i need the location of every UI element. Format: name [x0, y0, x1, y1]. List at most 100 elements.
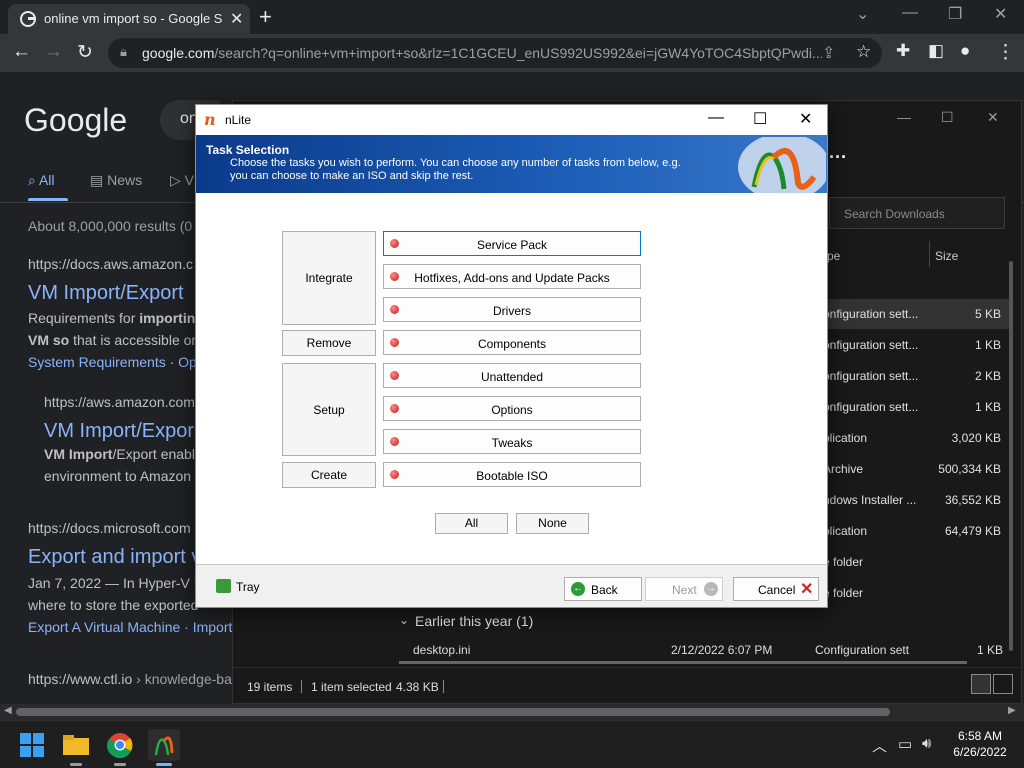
setup-group-button[interactable]: Setup [282, 363, 376, 456]
tab-all[interactable]: ⌕ All [28, 172, 55, 189]
next-button[interactable]: Next → [645, 577, 723, 601]
nlite-maximize-button[interactable]: ☐ [753, 109, 767, 129]
tab-search-chevron-icon[interactable]: ⌄ [856, 4, 869, 24]
result-2-sitelinks[interactable]: Export A Virtual Machine · Import [28, 619, 232, 635]
close-tab-icon[interactable]: ✕ [230, 9, 243, 29]
page-horizontal-scrollbar[interactable]: ◀ ▶ [0, 704, 1024, 720]
tray-button[interactable]: Tray [236, 580, 260, 594]
result-1-sitelinks[interactable]: System Requirements · Ope [28, 354, 205, 370]
search-downloads-input[interactable]: Search Downloads [829, 197, 1005, 229]
tweaks-button[interactable]: Tweaks [383, 429, 641, 454]
column-header-size[interactable]: Size [935, 249, 958, 263]
hotfixes-button[interactable]: Hotfixes, Add-ons and Update Packs [383, 264, 641, 289]
system-clock[interactable]: 6:58 AM 6/26/2022 [948, 728, 1012, 760]
select-all-button[interactable]: All [435, 513, 508, 534]
file-row[interactable]: e folder [823, 578, 1009, 608]
integrate-group-button[interactable]: Integrate [282, 231, 376, 325]
horizontal-scrollbar[interactable] [399, 661, 967, 664]
header-title: Task Selection [206, 143, 290, 157]
google-logo[interactable]: Google [24, 102, 127, 139]
bootable-iso-button[interactable]: Bootable ISO [383, 462, 641, 487]
column-separator[interactable] [929, 241, 930, 267]
drivers-button[interactable]: Drivers [383, 297, 641, 322]
back-button[interactable]: ← Back [564, 577, 642, 601]
file-row[interactable]: Archive 500,334 KB [823, 454, 1009, 484]
reload-icon[interactable]: ↻ [77, 41, 93, 64]
file-row[interactable]: e folder [823, 547, 1009, 577]
menu-kebab-icon[interactable]: ⋮ [996, 41, 1015, 64]
url-text[interactable]: google.com/search?q=online+vm+import+so&… [142, 45, 822, 61]
cancel-x-icon: ✕ [800, 581, 814, 598]
file-row[interactable]: ndows Installer ... 36,552 KB [823, 485, 1009, 515]
column-header-type[interactable]: pe [827, 249, 840, 263]
explorer-maximize-button[interactable]: ☐ [941, 109, 954, 126]
components-button[interactable]: Components [383, 330, 641, 355]
minimize-browser-button[interactable]: — [902, 4, 918, 22]
result-1b-title[interactable]: VM Import/Expor [44, 420, 194, 443]
header-description: Choose the tasks you wish to perform. Yo… [230, 157, 681, 182]
nlite-banner-logo-icon [738, 137, 826, 193]
service-pack-button[interactable]: Service Pack [383, 231, 641, 256]
group-collapse-chevron-icon[interactable]: ⌄ [399, 613, 409, 627]
explorer-minimize-button[interactable]: — [897, 109, 911, 125]
details-view-icon[interactable] [971, 674, 991, 694]
nlite-minimize-button[interactable]: — [708, 109, 724, 127]
volume-icon[interactable]: 🔊︎ [922, 735, 931, 752]
result-2-cite[interactable]: https://docs.microsoft.com [28, 520, 191, 536]
results-count: About 8,000,000 results (0 [28, 218, 193, 234]
close-browser-button[interactable]: ✕ [994, 4, 1007, 24]
side-panel-icon[interactable]: ◧ [928, 41, 944, 61]
scroll-right-icon[interactable]: ▶ [1008, 705, 1016, 716]
file-row[interactable]: onfiguration sett... 2 KB [823, 361, 1009, 391]
cancel-button[interactable]: Cancel ✕ [733, 577, 819, 601]
file-row-desktop-ini[interactable]: desktop.ini 2/12/2022 6:07 PM Configurat… [409, 643, 1009, 657]
restore-browser-button[interactable]: ❐ [948, 4, 962, 24]
share-icon[interactable]: ⇪ [822, 43, 835, 63]
bookmark-star-icon[interactable]: ☆ [856, 42, 871, 62]
tray-icon[interactable] [216, 579, 231, 593]
explorer-close-button[interactable]: ✕ [987, 109, 999, 126]
unattended-button[interactable]: Unattended [383, 363, 641, 388]
result-1b-cite[interactable]: https://aws.amazon.com [44, 394, 195, 410]
file-row[interactable]: plication 64,479 KB [823, 516, 1009, 546]
file-row[interactable]: plication 3,020 KB [823, 423, 1009, 453]
nlite-taskbar-icon[interactable] [148, 729, 180, 761]
network-icon[interactable]: ▭ [898, 735, 912, 753]
file-row[interactable]: onfiguration sett... 1 KB [823, 392, 1009, 422]
forward-arrow-icon[interactable]: → [44, 41, 63, 63]
extensions-puzzle-icon[interactable]: ✚ [896, 41, 910, 61]
profile-icon[interactable]: ● [960, 41, 970, 61]
tab-news[interactable]: ▤ News [90, 172, 142, 189]
options-button[interactable]: Options [383, 396, 641, 421]
nlite-close-button[interactable]: ✕ [799, 109, 812, 129]
group-header-earlier-this-year[interactable]: Earlier this year (1) [415, 613, 533, 629]
result-3-cite[interactable]: https://www.ctl.io › knowledge-ba [28, 671, 232, 687]
select-none-button[interactable]: None [516, 513, 589, 534]
vertical-scrollbar[interactable] [1009, 261, 1013, 651]
chrome-icon[interactable] [104, 729, 136, 761]
lock-icon[interactable]: 🔒︎ [120, 44, 127, 60]
scroll-left-icon[interactable]: ◀ [4, 705, 12, 716]
browser-tab-bar: online vm import so - Google Se ✕ + ⌄ — … [0, 0, 1024, 34]
nlite-titlebar[interactable]: n nLite — ☐ ✕ [196, 105, 827, 135]
back-arrow-icon[interactable]: ← [12, 41, 31, 63]
tab-videos[interactable]: ▷ V [170, 172, 194, 189]
browser-tab[interactable]: online vm import so - Google Se ✕ [8, 4, 250, 34]
address-bar[interactable]: 🔒︎ google.com/search?q=online+vm+import+… [108, 38, 882, 68]
result-1-title[interactable]: VM Import/Export [28, 282, 184, 305]
show-hidden-icons-chevron-icon[interactable]: ︿ [872, 735, 887, 756]
file-explorer-folder-icon[interactable] [60, 729, 92, 761]
result-1-cite[interactable]: https://docs.aws.amazon.c [28, 256, 193, 272]
tiles-view-icon[interactable] [993, 674, 1013, 694]
item-count: 19 items [247, 680, 293, 694]
file-row[interactable]: onfiguration sett... 1 KB [823, 330, 1009, 360]
file-row[interactable]: onfiguration sett... 5 KB [823, 299, 1009, 329]
remove-group-button[interactable]: Remove [282, 330, 376, 356]
result-2-title[interactable]: Export and import v [28, 546, 201, 569]
create-group-button[interactable]: Create [282, 462, 376, 488]
start-windows-icon[interactable] [16, 729, 48, 761]
result-1b-snippet-1: VM Import/Export enabl [44, 446, 195, 462]
scrollbar-thumb[interactable] [16, 708, 890, 716]
new-tab-button[interactable]: + [259, 4, 272, 30]
more-options-icon[interactable]: ··· [829, 147, 847, 168]
